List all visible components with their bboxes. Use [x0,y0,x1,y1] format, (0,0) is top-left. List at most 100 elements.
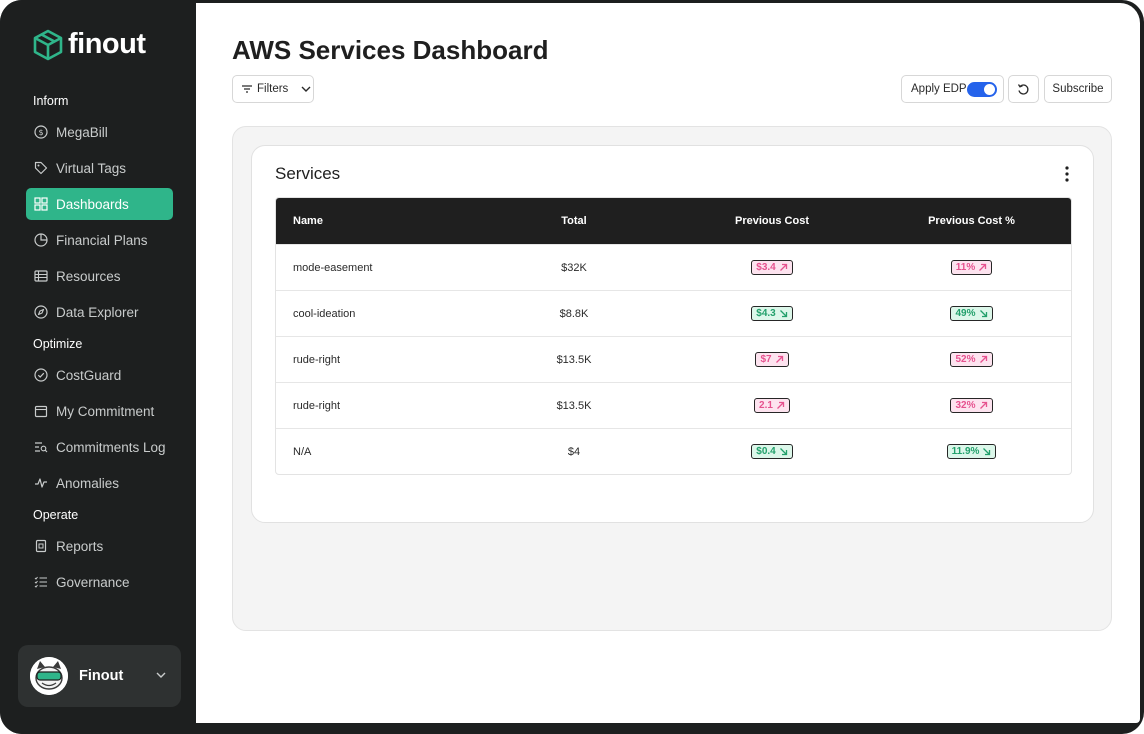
arrow-up-right-icon [776,401,785,410]
sidebar-item-commitments-log[interactable]: Commitments Log [26,431,173,463]
services-table: Name Total Previous Cost Previous Cost %… [275,197,1072,475]
sidebar-item-megabill[interactable]: $ MegaBill [26,116,173,148]
service-name: mode-easement [293,261,373,274]
previous-cost-badge: $3.4 [751,260,793,275]
subscribe-button[interactable]: Subscribe [1044,75,1112,103]
section-operate: Operate [33,508,79,522]
table-row[interactable]: rude-right $13.5K $7 52% [276,336,1071,382]
column-header-total[interactable]: Total [496,215,652,227]
sidebar-item-label: Financial Plans [56,232,148,248]
previous-cost-pct-badge: 32% [950,398,993,413]
previous-cost-badge: $7 [755,352,789,367]
calendar-icon [34,405,48,418]
sidebar-item-governance[interactable]: Governance [26,566,173,598]
badge-value: 11.9% [951,446,980,457]
shield-check-icon [34,368,48,382]
sidebar-item-label: Governance [56,574,130,590]
search-list-icon [35,442,48,453]
table-row[interactable]: N/A $4 $0.4 11.9% [276,428,1071,474]
brand-name: finout [68,28,146,60]
section-inform: Inform [33,94,69,108]
arrow-up-right-icon [979,355,988,364]
service-name: cool-ideation [293,307,356,320]
previous-cost-cell: 2.1 [652,398,892,413]
arrow-up-right-icon [978,263,987,272]
sidebar-item-my-commitment[interactable]: My Commitment [26,395,173,427]
chevron-down-icon [301,86,311,92]
previous-cost-pct-cell: 52% [892,352,1051,367]
badge-value: 32% [955,400,976,411]
sidebar-item-reports[interactable]: Reports [26,530,173,562]
logo: finout [32,28,146,61]
previous-cost-cell: $4.3 [652,306,892,321]
service-name: rude-right [293,353,341,366]
cube-logo-icon [33,29,63,60]
previous-cost-pct-cell: 11% [892,260,1051,275]
arrow-up-right-icon [775,355,784,364]
subscribe-label: Subscribe [1052,83,1104,95]
table-row[interactable]: rude-right $13.5K 2.1 32% [276,382,1071,428]
sidebar-item-dashboards[interactable]: Dashboards [26,188,173,220]
sidebar: finout Inform $ MegaBill Virtual Tags Da… [0,0,196,734]
badge-value: 49% [955,308,976,319]
sidebar-item-label: Commitments Log [56,439,166,455]
svg-text:$: $ [38,128,43,137]
table-row[interactable]: cool-ideation $8.8K $4.3 49% [276,290,1071,336]
badge-value: 2.1 [759,400,773,411]
badge-value: 52% [955,354,976,365]
arrow-up-right-icon [779,263,788,272]
badge-value: $3.4 [756,262,776,273]
account-switcher[interactable]: Finout [18,645,181,707]
sidebar-item-virtual-tags[interactable]: Virtual Tags [26,152,173,184]
badge-value: 11% [955,262,976,273]
services-card: Services Name Total Previous Cost Previo… [251,145,1094,523]
service-total: $13.5K [556,399,592,412]
arrow-down-right-icon [779,309,788,318]
filters-button[interactable]: Filters [232,75,314,103]
sidebar-item-costguard[interactable]: CostGuard [26,359,173,391]
dashboard-canvas: Services Name Total Previous Cost Previo… [232,126,1112,631]
grid-icon [34,197,48,211]
tag-icon [34,161,48,175]
service-total: $4 [567,445,581,458]
page-title: AWS Services Dashboard [232,35,549,65]
sidebar-item-anomalies[interactable]: Anomalies [26,467,173,499]
table-row[interactable]: mode-easement $32K $3.4 11% [276,244,1071,290]
cat-avatar-icon [30,657,68,695]
service-total: $13.5K [556,353,592,366]
checklist-icon [34,576,47,588]
sidebar-item-resources[interactable]: Resources [26,260,173,292]
previous-cost-pct-cell: 49% [892,306,1051,321]
app-frame: finout Inform $ MegaBill Virtual Tags Da… [0,0,1144,734]
sidebar-item-data-explorer[interactable]: Data Explorer [26,296,173,328]
apply-edp-toggle[interactable] [967,82,997,97]
toggle-knob [984,84,995,95]
pie-icon [34,233,48,247]
chevron-down-icon [156,672,166,678]
apply-edp-label: Apply EDP [911,83,967,95]
dollar-circle-icon: $ [34,125,48,139]
previous-cost-pct-cell: 32% [892,398,1051,413]
more-options-icon[interactable] [1062,165,1072,183]
service-total: $32K [561,261,587,274]
column-header-name[interactable]: Name [276,215,496,227]
previous-cost-pct-badge: 49% [950,306,993,321]
reset-button[interactable] [1008,75,1039,103]
sidebar-item-label: Anomalies [56,475,120,491]
list-icon [34,270,48,282]
sidebar-item-label: My Commitment [56,403,155,419]
pulse-icon [35,478,47,488]
service-name: N/A [293,445,312,458]
refresh-icon [1017,83,1029,95]
card-title: Services [275,164,341,183]
column-header-previous-cost-pct[interactable]: Previous Cost % [892,215,1051,227]
previous-cost-pct-cell: 11.9% [892,444,1051,459]
service-name: rude-right [293,399,341,412]
avatar [30,657,68,695]
sidebar-item-financial-plans[interactable]: Financial Plans [26,224,173,256]
previous-cost-pct-badge: 11.9% [946,444,997,459]
sidebar-item-label: Dashboards [56,196,129,212]
arrow-down-right-icon [982,447,991,456]
column-header-previous-cost[interactable]: Previous Cost [652,215,892,227]
apply-edp-control: Apply EDP [901,75,1004,103]
